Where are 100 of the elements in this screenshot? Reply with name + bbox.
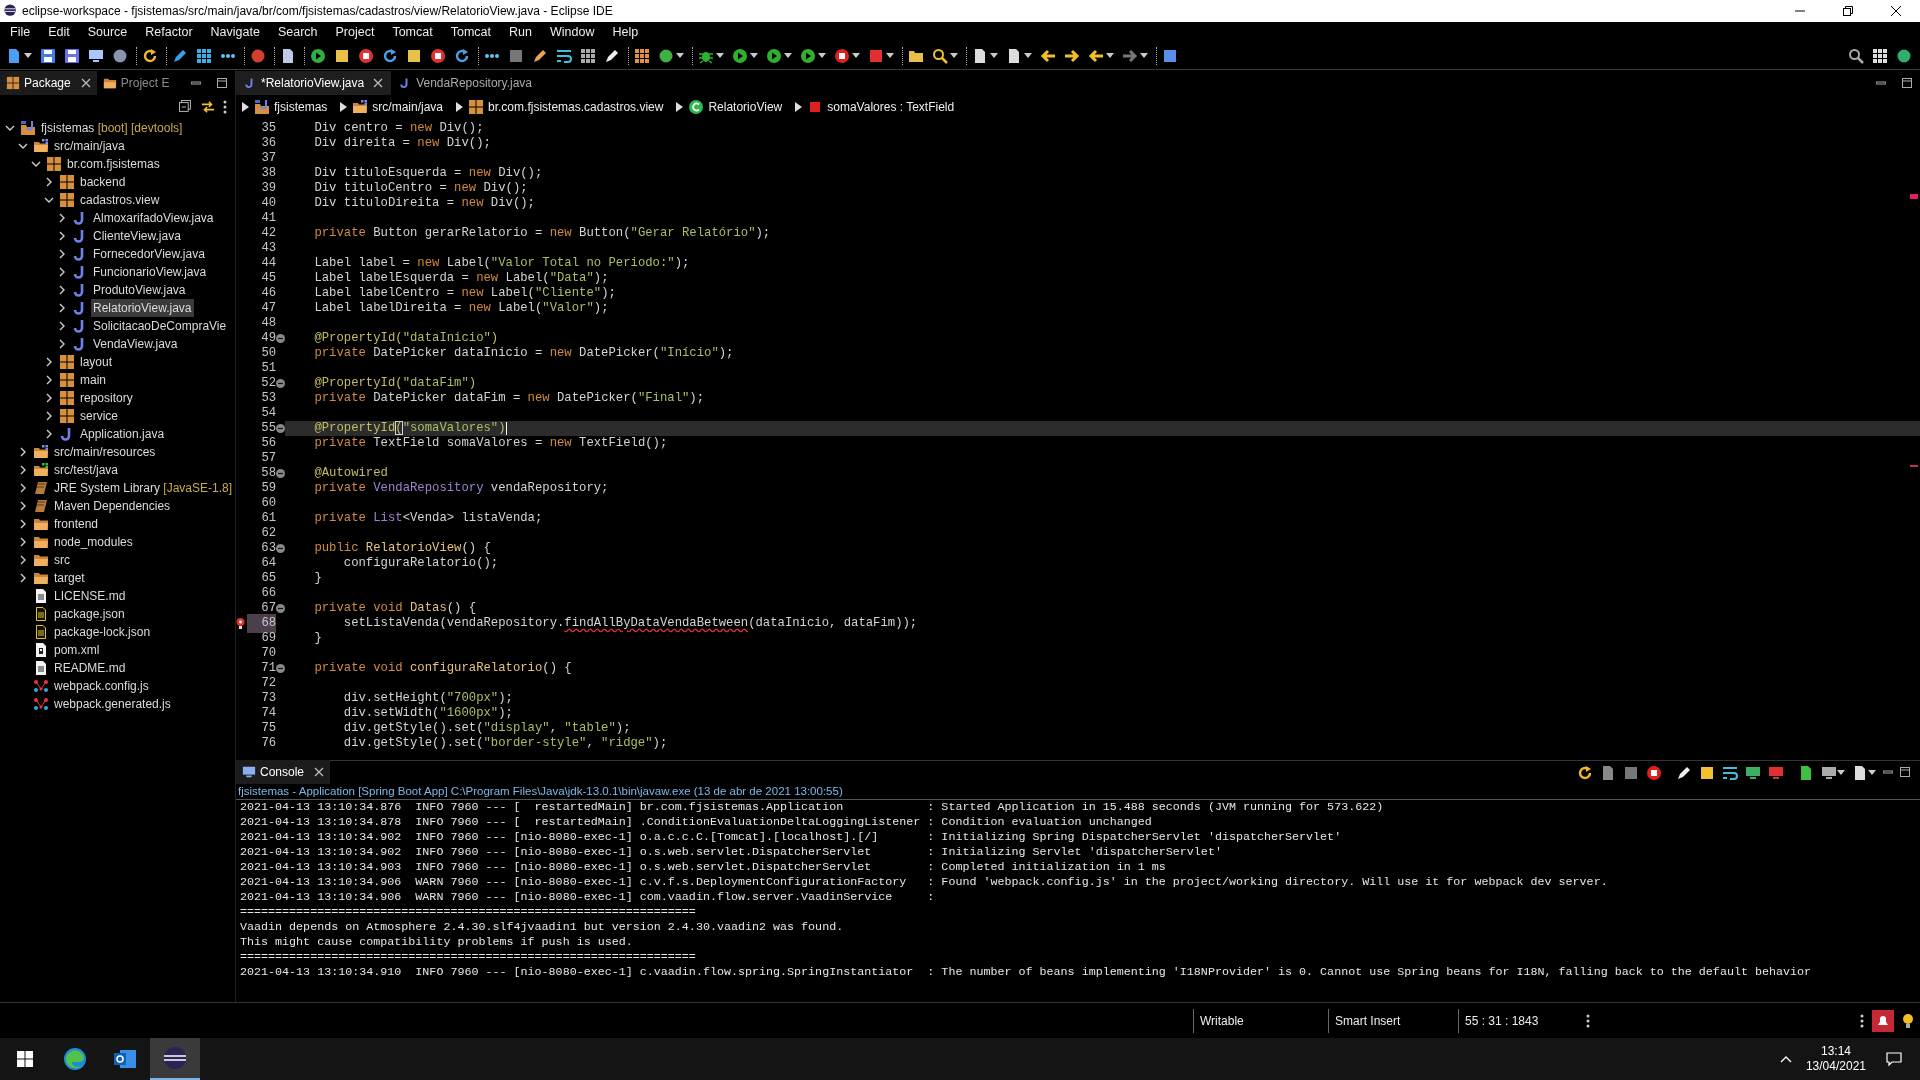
tree-item[interactable]: JRE System Library [JavaSE-1.8] xyxy=(52,479,235,497)
tree-item[interactable]: br.com.fjsistemas xyxy=(65,155,162,173)
tree-item[interactable]: cadastros.view xyxy=(78,191,162,209)
caret-icon[interactable] xyxy=(750,53,758,58)
chevron-icon[interactable] xyxy=(242,102,249,112)
square-icon[interactable] xyxy=(1162,47,1178,64)
tree-item[interactable]: Maven Dependencies xyxy=(52,497,173,515)
caret-icon[interactable] xyxy=(990,53,998,58)
tree-item[interactable]: src/main/java xyxy=(52,137,127,155)
stop-icon[interactable] xyxy=(1646,764,1662,781)
tree-item[interactable]: LICENSE.md xyxy=(52,587,128,605)
collapse-all-icon[interactable] xyxy=(179,100,193,114)
grid-icon[interactable] xyxy=(196,47,212,64)
caret-icon[interactable] xyxy=(1106,53,1114,58)
link-icon[interactable] xyxy=(201,100,215,114)
search-icon[interactable] xyxy=(1848,47,1864,64)
lightbulb-icon[interactable] xyxy=(1902,1012,1914,1029)
caret-icon[interactable] xyxy=(818,53,826,58)
fold-icon[interactable] xyxy=(276,604,285,613)
stop-icon[interactable] xyxy=(430,47,446,64)
caret-icon[interactable] xyxy=(716,53,724,58)
tree-item[interactable]: webpack.generated.js xyxy=(52,695,173,713)
play-icon[interactable] xyxy=(766,47,782,64)
notification-icon[interactable] xyxy=(1872,1009,1894,1032)
pen-icon[interactable] xyxy=(172,47,188,64)
clock-time[interactable]: 13:14 xyxy=(1820,1044,1851,1059)
refresh-icon[interactable] xyxy=(142,47,158,64)
caret-icon[interactable] xyxy=(852,53,860,58)
menu-item[interactable]: Tomcat xyxy=(383,22,442,42)
tree-item[interactable]: FuncionarioView.java xyxy=(91,263,209,281)
tree-item[interactable]: node_modules xyxy=(52,533,135,551)
tree-item[interactable]: fjsistemas [boot] [devtools] xyxy=(39,119,185,137)
grid-icon[interactable] xyxy=(634,47,650,64)
tree-item[interactable]: src xyxy=(52,551,72,569)
tree-item[interactable]: main xyxy=(78,371,108,389)
tree-item[interactable]: service xyxy=(78,407,120,425)
refresh-icon[interactable] xyxy=(382,47,398,64)
stop-icon[interactable] xyxy=(834,47,850,64)
search-icon[interactable] xyxy=(932,47,948,64)
menu-item[interactable]: Help xyxy=(603,22,648,42)
fold-icon[interactable] xyxy=(276,424,285,433)
fold-icon[interactable] xyxy=(276,664,285,673)
caret-icon[interactable] xyxy=(1140,53,1148,58)
tree-item[interactable]: frontend xyxy=(52,515,101,533)
tree-item[interactable]: ClienteView.java xyxy=(91,227,183,245)
caret-icon[interactable] xyxy=(24,53,32,58)
notification-icon[interactable] xyxy=(1886,1051,1902,1067)
caret-icon[interactable] xyxy=(1837,770,1845,776)
panel-tab[interactable]: Package xyxy=(0,71,97,95)
tree-item[interactable]: package.json xyxy=(52,605,127,623)
minimize-icon[interactable] xyxy=(1883,767,1893,777)
restore-icon[interactable] xyxy=(1843,6,1853,16)
pen-icon[interactable] xyxy=(1676,764,1692,781)
tree-item[interactable]: ProdutoView.java xyxy=(91,281,188,299)
breadcrumb-item[interactable]: src/main/java xyxy=(372,98,444,116)
tree-item[interactable]: layout xyxy=(78,353,115,371)
maximize-icon[interactable] xyxy=(217,78,227,88)
menu-item[interactable]: Tomcat xyxy=(441,22,500,42)
document-icon[interactable] xyxy=(1600,764,1616,781)
monitor-icon[interactable] xyxy=(88,47,104,64)
pen-icon[interactable] xyxy=(532,47,548,64)
editor-tab[interactable]: VendaRepository.java xyxy=(391,71,541,95)
wrap-icon[interactable] xyxy=(556,47,572,64)
menu-item[interactable]: File xyxy=(1,22,40,42)
menu-item[interactable]: Navigate xyxy=(201,22,269,42)
arrow-icon[interactable] xyxy=(1064,47,1080,64)
breadcrumb-item[interactable]: RelatorioView xyxy=(708,98,783,116)
fold-icon[interactable] xyxy=(276,469,285,478)
tree-item[interactable]: src/test/java xyxy=(52,461,121,479)
menu-item[interactable]: Refactor xyxy=(136,22,202,42)
tree-item[interactable]: AlmoxarifadoView.java xyxy=(91,209,216,227)
chevron-icon[interactable] xyxy=(456,102,464,112)
console-tab[interactable]: Console xyxy=(236,760,331,784)
panel-tab[interactable]: Project E xyxy=(96,71,176,95)
menu-item[interactable]: Source xyxy=(78,22,137,42)
close-icon[interactable] xyxy=(80,78,91,88)
save-icon[interactable] xyxy=(64,47,80,64)
menu-item[interactable]: Window xyxy=(540,22,604,42)
refresh-icon[interactable] xyxy=(1577,764,1593,781)
document-icon[interactable] xyxy=(1006,47,1022,64)
caret-icon[interactable] xyxy=(1024,53,1032,58)
stop-icon[interactable] xyxy=(358,47,374,64)
editor-tab[interactable]: *RelatorioView.java xyxy=(236,71,392,95)
menu-item[interactable]: Search xyxy=(268,22,327,42)
chevron-up-icon[interactable] xyxy=(1779,1055,1792,1063)
minimize-icon[interactable] xyxy=(191,78,201,88)
taskbar-app[interactable] xyxy=(150,1038,200,1080)
fold-icon[interactable] xyxy=(276,544,285,553)
square-icon[interactable] xyxy=(334,47,350,64)
play-icon[interactable] xyxy=(732,47,748,64)
maximize-icon[interactable] xyxy=(1900,767,1910,777)
wrap-icon[interactable] xyxy=(1722,764,1738,781)
more-icon[interactable] xyxy=(1586,1013,1590,1028)
circle-icon[interactable] xyxy=(112,47,128,64)
grid-icon[interactable] xyxy=(580,47,596,64)
fold-icon[interactable] xyxy=(276,334,285,343)
close-icon[interactable] xyxy=(373,78,384,88)
play-icon[interactable] xyxy=(800,47,816,64)
tree-item[interactable]: repository xyxy=(78,389,135,407)
close-icon[interactable] xyxy=(1891,6,1901,16)
